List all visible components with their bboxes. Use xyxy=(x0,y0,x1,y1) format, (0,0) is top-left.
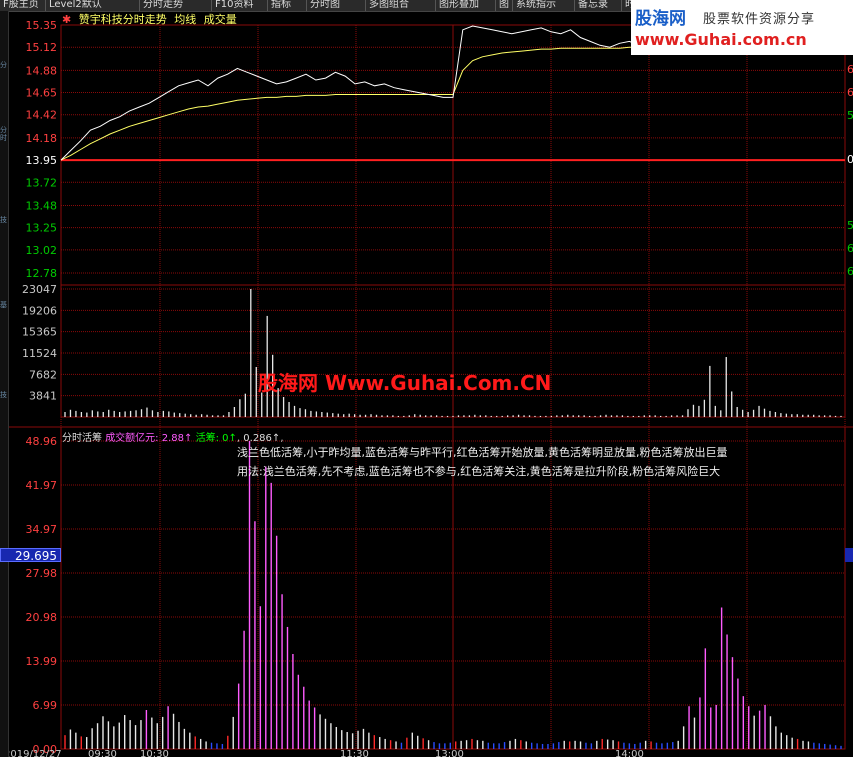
indicator-tick: 27.98 xyxy=(26,567,58,580)
right-axis-tick: 5 xyxy=(847,219,853,232)
turnover-value: 2.88 xyxy=(161,433,185,444)
right-axis-tick: 6 xyxy=(847,265,853,278)
price-tag-right xyxy=(845,548,853,562)
price-tick: 13.48 xyxy=(26,199,58,212)
watermark-text: 股海网 Www.Guhai.Com.CN xyxy=(258,371,552,395)
top-tab[interactable]: 分时走势 xyxy=(140,0,212,11)
turnover-label: 成交额亿元: xyxy=(105,433,159,444)
price-tag: 29.695 xyxy=(0,548,61,563)
chips-label: 活筹: xyxy=(195,433,219,444)
price-tick: 14.42 xyxy=(26,109,58,122)
logo-url: www.Guhai.com.cn xyxy=(635,30,807,49)
volume-tick: 3841 xyxy=(29,390,57,403)
legend-note: 浅兰色低活筹,小于昨均量,蓝色活筹与昨平行,红色活筹开始放量,黄色活筹明显放量,… xyxy=(237,446,728,459)
indicator-tick: 13.99 xyxy=(26,655,58,668)
chips-value-2: 0.286 xyxy=(243,433,272,444)
time-axis xyxy=(0,748,853,757)
price-tick: 15.35 xyxy=(26,19,58,32)
side-tab-5[interactable]: 技 xyxy=(0,391,8,399)
right-axis-tick: 6 xyxy=(847,242,853,255)
top-tab[interactable]: 系统指示 xyxy=(513,0,575,11)
price-tick: 13.72 xyxy=(26,176,58,189)
top-tab[interactable]: 图形叠加 xyxy=(436,0,496,11)
top-tab[interactable]: 备忘录 xyxy=(575,0,622,11)
volume-tick: 19206 xyxy=(22,304,57,317)
top-tab[interactable]: 图 xyxy=(496,0,513,11)
price-tick: 13.25 xyxy=(26,222,58,235)
gear-icon[interactable]: ✱ xyxy=(62,13,71,26)
side-tab-2[interactable]: 分时 xyxy=(0,126,8,142)
price-tick: 13.02 xyxy=(26,244,58,257)
price-tick: 13.95 xyxy=(26,154,58,167)
volume-tick: 23047 xyxy=(22,283,57,296)
top-tab[interactable]: Level2默认 xyxy=(46,0,140,11)
price-tick: 14.65 xyxy=(26,87,58,100)
top-tab[interactable]: 指标 xyxy=(268,0,307,11)
indicator-tick: 34.97 xyxy=(26,523,58,536)
up-arrow-icon: ↑ xyxy=(271,433,281,444)
indicator-tick: 6.99 xyxy=(33,699,58,712)
logo-name: 股海网 xyxy=(635,9,686,29)
price-tick: 14.88 xyxy=(26,64,58,77)
price-tick: 15.12 xyxy=(26,41,58,54)
indicator-tick: 48.96 xyxy=(26,435,58,448)
indicator-name: 分时活筹 xyxy=(62,433,102,444)
usage-note: 用法:浅兰色活筹,先不考虑,蓝色活筹也不参与,红色活筹关注,黄色活筹是拉升阶段,… xyxy=(237,465,721,478)
left-side-tabs: 分 分时 技 基 技 xyxy=(0,11,9,757)
side-tab-3[interactable]: 技 xyxy=(0,216,8,224)
side-tab-4[interactable]: 基 xyxy=(0,301,8,309)
right-axis-tick: 0 xyxy=(847,153,853,166)
top-tab[interactable]: F股主页 xyxy=(0,0,46,11)
side-tab-1[interactable]: 分 xyxy=(0,61,8,69)
volume-tick: 7682 xyxy=(29,368,57,381)
volume-tick: 15365 xyxy=(22,326,57,339)
indicator-tick: 41.97 xyxy=(26,479,58,492)
top-tab[interactable]: 分时图 xyxy=(307,0,366,11)
indicator-header: 分时活筹 成交额亿元: 2.88↑ 活筹: 0↑, 0.286↑, xyxy=(62,433,284,444)
volume-tick: 11524 xyxy=(22,347,57,360)
right-axis-tick: 5 xyxy=(847,109,853,122)
stock-name-label: 赞宇科技分时走势 xyxy=(78,13,167,26)
avg-line-legend: 均线 xyxy=(174,13,197,26)
price-tick: 14.18 xyxy=(26,132,58,145)
up-arrow-icon: ↑ xyxy=(184,433,193,444)
volume-legend: 成交量 xyxy=(203,13,237,26)
right-axis-tick: 6 xyxy=(847,86,853,99)
right-axis-tick: 6 xyxy=(847,63,853,76)
logo-tagline: 股票软件资源分享 xyxy=(703,12,816,27)
top-tab[interactable]: F10资料 xyxy=(212,0,268,11)
indicator-tick: 20.98 xyxy=(26,611,58,624)
site-logo: 股海网 股票软件资源分享 www.Guhai.com.cn xyxy=(631,0,853,55)
price-tick: 12.78 xyxy=(26,267,58,280)
top-tab[interactable]: 多图组合 xyxy=(366,0,436,11)
up-arrow-icon: ↑ xyxy=(228,433,237,444)
chart-title-row: ✱ 赞宇科技分时走势 均线 成交量 xyxy=(62,11,241,26)
